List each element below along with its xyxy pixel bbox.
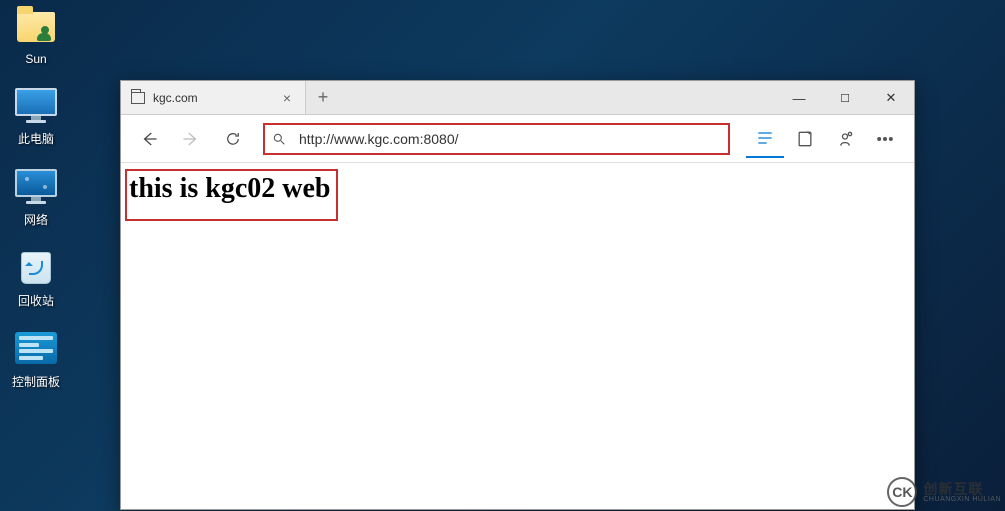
tab-bar: kgc.com × + — ☐ ✕ bbox=[121, 81, 914, 115]
arrow-right-icon bbox=[182, 130, 200, 148]
browser-window: kgc.com × + — ☐ ✕ bbox=[120, 80, 915, 510]
notes-button[interactable] bbox=[786, 120, 824, 158]
page-icon bbox=[131, 92, 145, 104]
forward-button[interactable] bbox=[173, 121, 209, 157]
back-button[interactable] bbox=[131, 121, 167, 157]
new-tab-button[interactable]: + bbox=[306, 81, 340, 114]
watermark-logo-icon: CK bbox=[887, 477, 917, 507]
toolbar-right bbox=[746, 120, 904, 158]
recycle-bin-icon bbox=[15, 246, 57, 288]
more-button[interactable] bbox=[866, 120, 904, 158]
desktop-icon-label: Sun bbox=[25, 52, 46, 66]
page-content: this is kgc02 web bbox=[121, 163, 914, 509]
window-controls: — ☐ ✕ bbox=[776, 81, 914, 115]
content-highlight-box: this is kgc02 web bbox=[125, 169, 338, 221]
watermark: CK 创新互联 CHUANGXIN HULIAN bbox=[887, 477, 1001, 507]
desktop-icon-label: 此电脑 bbox=[18, 130, 54, 147]
desktop-icon-label: 网络 bbox=[24, 211, 48, 228]
desktop-icons-area: Sun 此电脑 网络 回收站 控制面板 bbox=[0, 0, 80, 408]
desktop-icon-this-pc[interactable]: 此电脑 bbox=[0, 84, 72, 147]
control-panel-icon bbox=[15, 327, 57, 369]
folder-user-icon bbox=[15, 6, 57, 48]
navigation-bar bbox=[121, 115, 914, 163]
monitor-icon bbox=[15, 84, 57, 126]
desktop-icon-network[interactable]: 网络 bbox=[0, 165, 72, 228]
close-tab-button[interactable]: × bbox=[279, 90, 295, 106]
watermark-text-en: CHUANGXIN HULIAN bbox=[923, 496, 1001, 503]
refresh-button[interactable] bbox=[215, 121, 251, 157]
desktop-icon-sun-folder[interactable]: Sun bbox=[0, 6, 72, 66]
page-heading: this is kgc02 web bbox=[129, 173, 330, 205]
share-icon bbox=[835, 129, 855, 149]
share-button[interactable] bbox=[826, 120, 864, 158]
address-bar-highlight bbox=[263, 123, 730, 155]
watermark-text-cn: 创新互联 bbox=[923, 482, 1001, 496]
reading-list-icon bbox=[755, 128, 775, 148]
desktop-icon-label: 回收站 bbox=[18, 292, 54, 309]
reading-list-button[interactable] bbox=[746, 120, 784, 158]
refresh-icon bbox=[224, 130, 242, 148]
maximize-button[interactable]: ☐ bbox=[822, 81, 868, 115]
address-input[interactable] bbox=[293, 125, 728, 153]
browser-tab[interactable]: kgc.com × bbox=[121, 81, 306, 114]
search-icon-wrapper[interactable] bbox=[265, 132, 293, 146]
arrow-left-icon bbox=[140, 130, 158, 148]
desktop-icon-recycle-bin[interactable]: 回收站 bbox=[0, 246, 72, 309]
minimize-button[interactable]: — bbox=[776, 81, 822, 115]
note-icon bbox=[795, 129, 815, 149]
search-icon bbox=[272, 132, 286, 146]
ellipsis-icon bbox=[875, 129, 895, 149]
network-icon bbox=[15, 165, 57, 207]
desktop-icon-control-panel[interactable]: 控制面板 bbox=[0, 327, 72, 390]
desktop-icon-label: 控制面板 bbox=[12, 373, 60, 390]
close-window-button[interactable]: ✕ bbox=[868, 81, 914, 115]
tab-title: kgc.com bbox=[153, 91, 271, 105]
